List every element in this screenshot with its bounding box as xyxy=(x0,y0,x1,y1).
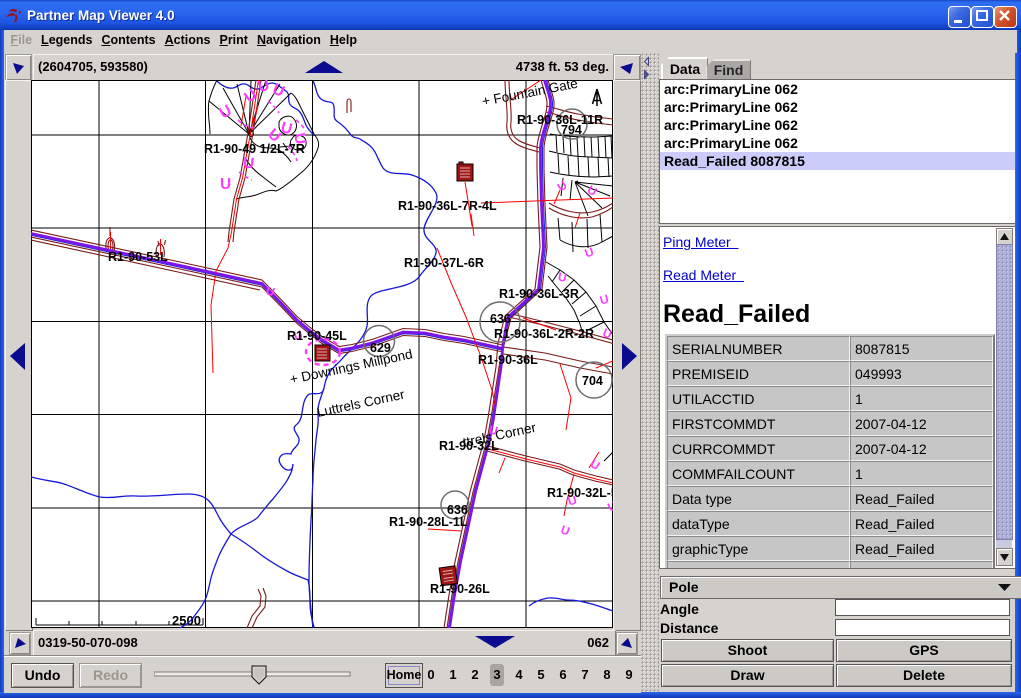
svg-text:+ Downings Millpond: + Downings Millpond xyxy=(289,346,414,387)
svg-text:R1-90-53L: R1-90-53L xyxy=(108,250,168,264)
svg-text:U: U xyxy=(559,522,572,538)
svg-text:U: U xyxy=(555,178,570,194)
svg-text:R1-90-36L-2R-2R: R1-90-36L-2R-2R xyxy=(494,327,594,341)
svg-text:636: 636 xyxy=(447,503,468,517)
svg-text:ttrels Corner: ttrels Corner xyxy=(462,420,538,450)
svg-text:2500: 2500 xyxy=(172,613,201,628)
svg-text:R1-90-32L-5R: R1-90-32L-5R xyxy=(547,486,613,500)
svg-text:U: U xyxy=(557,270,568,285)
svg-text:+ Fountain Gate: + Fountain Gate xyxy=(481,80,579,109)
svg-text:R1-90-26L: R1-90-26L xyxy=(430,582,490,596)
svg-text:U: U xyxy=(588,456,603,472)
svg-text:R1-90-28L-1L: R1-90-28L-1L xyxy=(389,515,468,529)
svg-text:R1-90-37L-6R: R1-90-37L-6R xyxy=(404,256,484,270)
svg-text:U: U xyxy=(605,498,613,514)
svg-text:U: U xyxy=(598,292,610,308)
svg-text:U: U xyxy=(257,80,271,96)
svg-text:704: 704 xyxy=(582,374,603,388)
svg-text:U: U xyxy=(220,176,231,193)
svg-text:R1-90-49 1/2L-7R: R1-90-49 1/2L-7R xyxy=(204,142,305,156)
svg-text:R1-90-36L-7R-4L: R1-90-36L-7R-4L xyxy=(398,199,497,213)
svg-text:R1-90-45L: R1-90-45L xyxy=(287,329,347,343)
svg-text:U: U xyxy=(583,244,596,260)
svg-text:R1-90-36L-3R: R1-90-36L-3R xyxy=(499,287,579,301)
svg-text:636: 636 xyxy=(490,312,511,326)
svg-text:794: 794 xyxy=(561,123,582,137)
svg-text:R1-90-36L: R1-90-36L xyxy=(478,353,538,367)
svg-text:U: U xyxy=(242,155,255,173)
